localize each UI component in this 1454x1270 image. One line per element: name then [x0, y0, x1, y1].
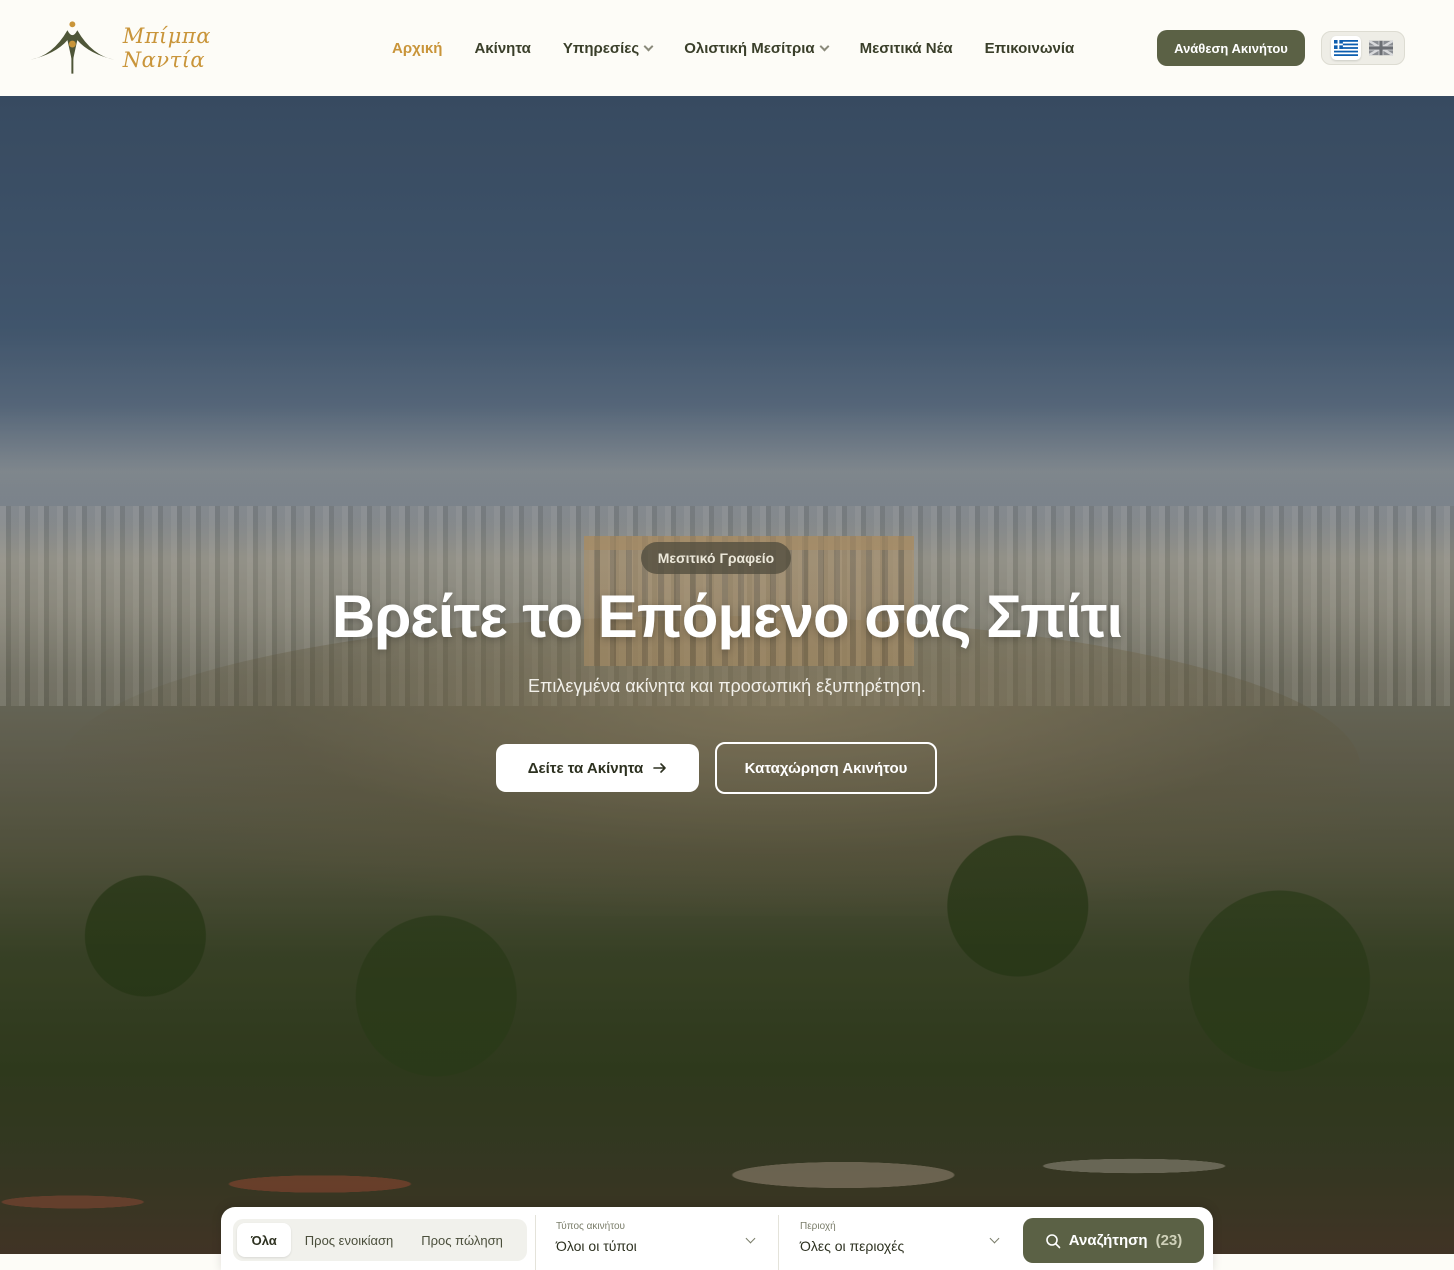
greek-flag-icon[interactable] [1330, 36, 1361, 60]
tab-for-rent[interactable]: Προς ενοικίαση [291, 1223, 407, 1257]
main-nav: Αρχική Ακίνητα Υπηρεσίες Ολιστική Μεσίτρ… [376, 0, 1090, 96]
hero-section: Μεσιτικό Γραφείο Βρείτε το Επόμενο σας Σ… [0, 96, 1454, 1254]
property-type-label: Τύπος ακινήτου [556, 1221, 626, 1232]
listing-type-tabs: Όλα Προς ενοικίαση Προς πώληση [233, 1219, 527, 1261]
tab-for-sale[interactable]: Προς πώληση [407, 1223, 517, 1257]
chevron-down-icon [643, 41, 654, 51]
uk-flag-icon[interactable] [1366, 36, 1396, 60]
list-property-button[interactable]: Καταχώρηση Ακινήτου [715, 742, 937, 794]
area-value: Όλες οι περιοχές [800, 1238, 905, 1254]
chevron-down-icon [819, 41, 830, 51]
site-header: Μπίμπα Ναντία Αρχική Ακίνητα Υπηρεσίες Ο… [0, 0, 1454, 96]
nav-properties[interactable]: Ακίνητα [458, 40, 546, 57]
nav-home[interactable]: Αρχική [376, 40, 458, 57]
search-button[interactable]: Αναζήτηση (23) [1023, 1218, 1204, 1263]
view-properties-label: Δείτε τα Ακίνητα [527, 759, 644, 777]
area-select[interactable]: Περιοχή Όλες οι περιοχές [800, 1221, 1000, 1265]
property-type-select[interactable]: Τύπος ακινήτου Όλοι οι τύποι [556, 1221, 781, 1265]
nav-services-label: Υπηρεσίες [562, 39, 640, 57]
nav-contact-label: Επικοινωνία [984, 39, 1075, 57]
divider [778, 1215, 779, 1270]
property-search-bar: Όλα Προς ενοικίαση Προς πώληση Τύπος ακι… [221, 1207, 1213, 1270]
nav-properties-label: Ακίνητα [474, 39, 531, 57]
search-button-label: Αναζήτηση [1068, 1232, 1148, 1249]
hero-title: Βρείτε το Επόμενο σας Σπίτι [331, 583, 1123, 650]
nav-contact[interactable]: Επικοινωνία [969, 40, 1091, 57]
divider [535, 1215, 536, 1270]
nav-home-label: Αρχική [392, 39, 443, 57]
nav-services[interactable]: Υπηρεσίες [547, 40, 668, 57]
logo-mark-icon [29, 21, 115, 74]
brand-name: Μπίμπα Ναντία [122, 24, 211, 72]
nav-holistic-broker-label: Ολιστική Μεσίτρια [684, 39, 815, 57]
brand-logo[interactable]: Μπίμπα Ναντία [28, 18, 298, 78]
hero-overlay [0, 96, 1454, 1254]
language-switcher [1321, 31, 1405, 65]
tab-all[interactable]: Όλα [237, 1223, 291, 1257]
search-result-count: (23) [1155, 1232, 1183, 1249]
nav-holistic-broker[interactable]: Ολιστική Μεσίτρια [668, 40, 843, 57]
search-icon [1045, 1233, 1061, 1248]
view-properties-button[interactable]: Δείτε τα Ακίνητα [496, 744, 699, 792]
nav-news-label: Μεσιτικά Νέα [859, 39, 953, 57]
assign-property-button[interactable]: Ανάθεση Ακινήτου [1157, 30, 1305, 66]
nav-news[interactable]: Μεσιτικά Νέα [844, 40, 969, 57]
hero-subtitle: Επιλεγμένα ακίνητα και προσωπική εξυπηρέ… [528, 676, 926, 696]
area-label: Περιοχή [800, 1221, 836, 1232]
hero-badge: Μεσιτικό Γραφείο [641, 542, 791, 574]
arrow-right-icon [653, 763, 667, 773]
